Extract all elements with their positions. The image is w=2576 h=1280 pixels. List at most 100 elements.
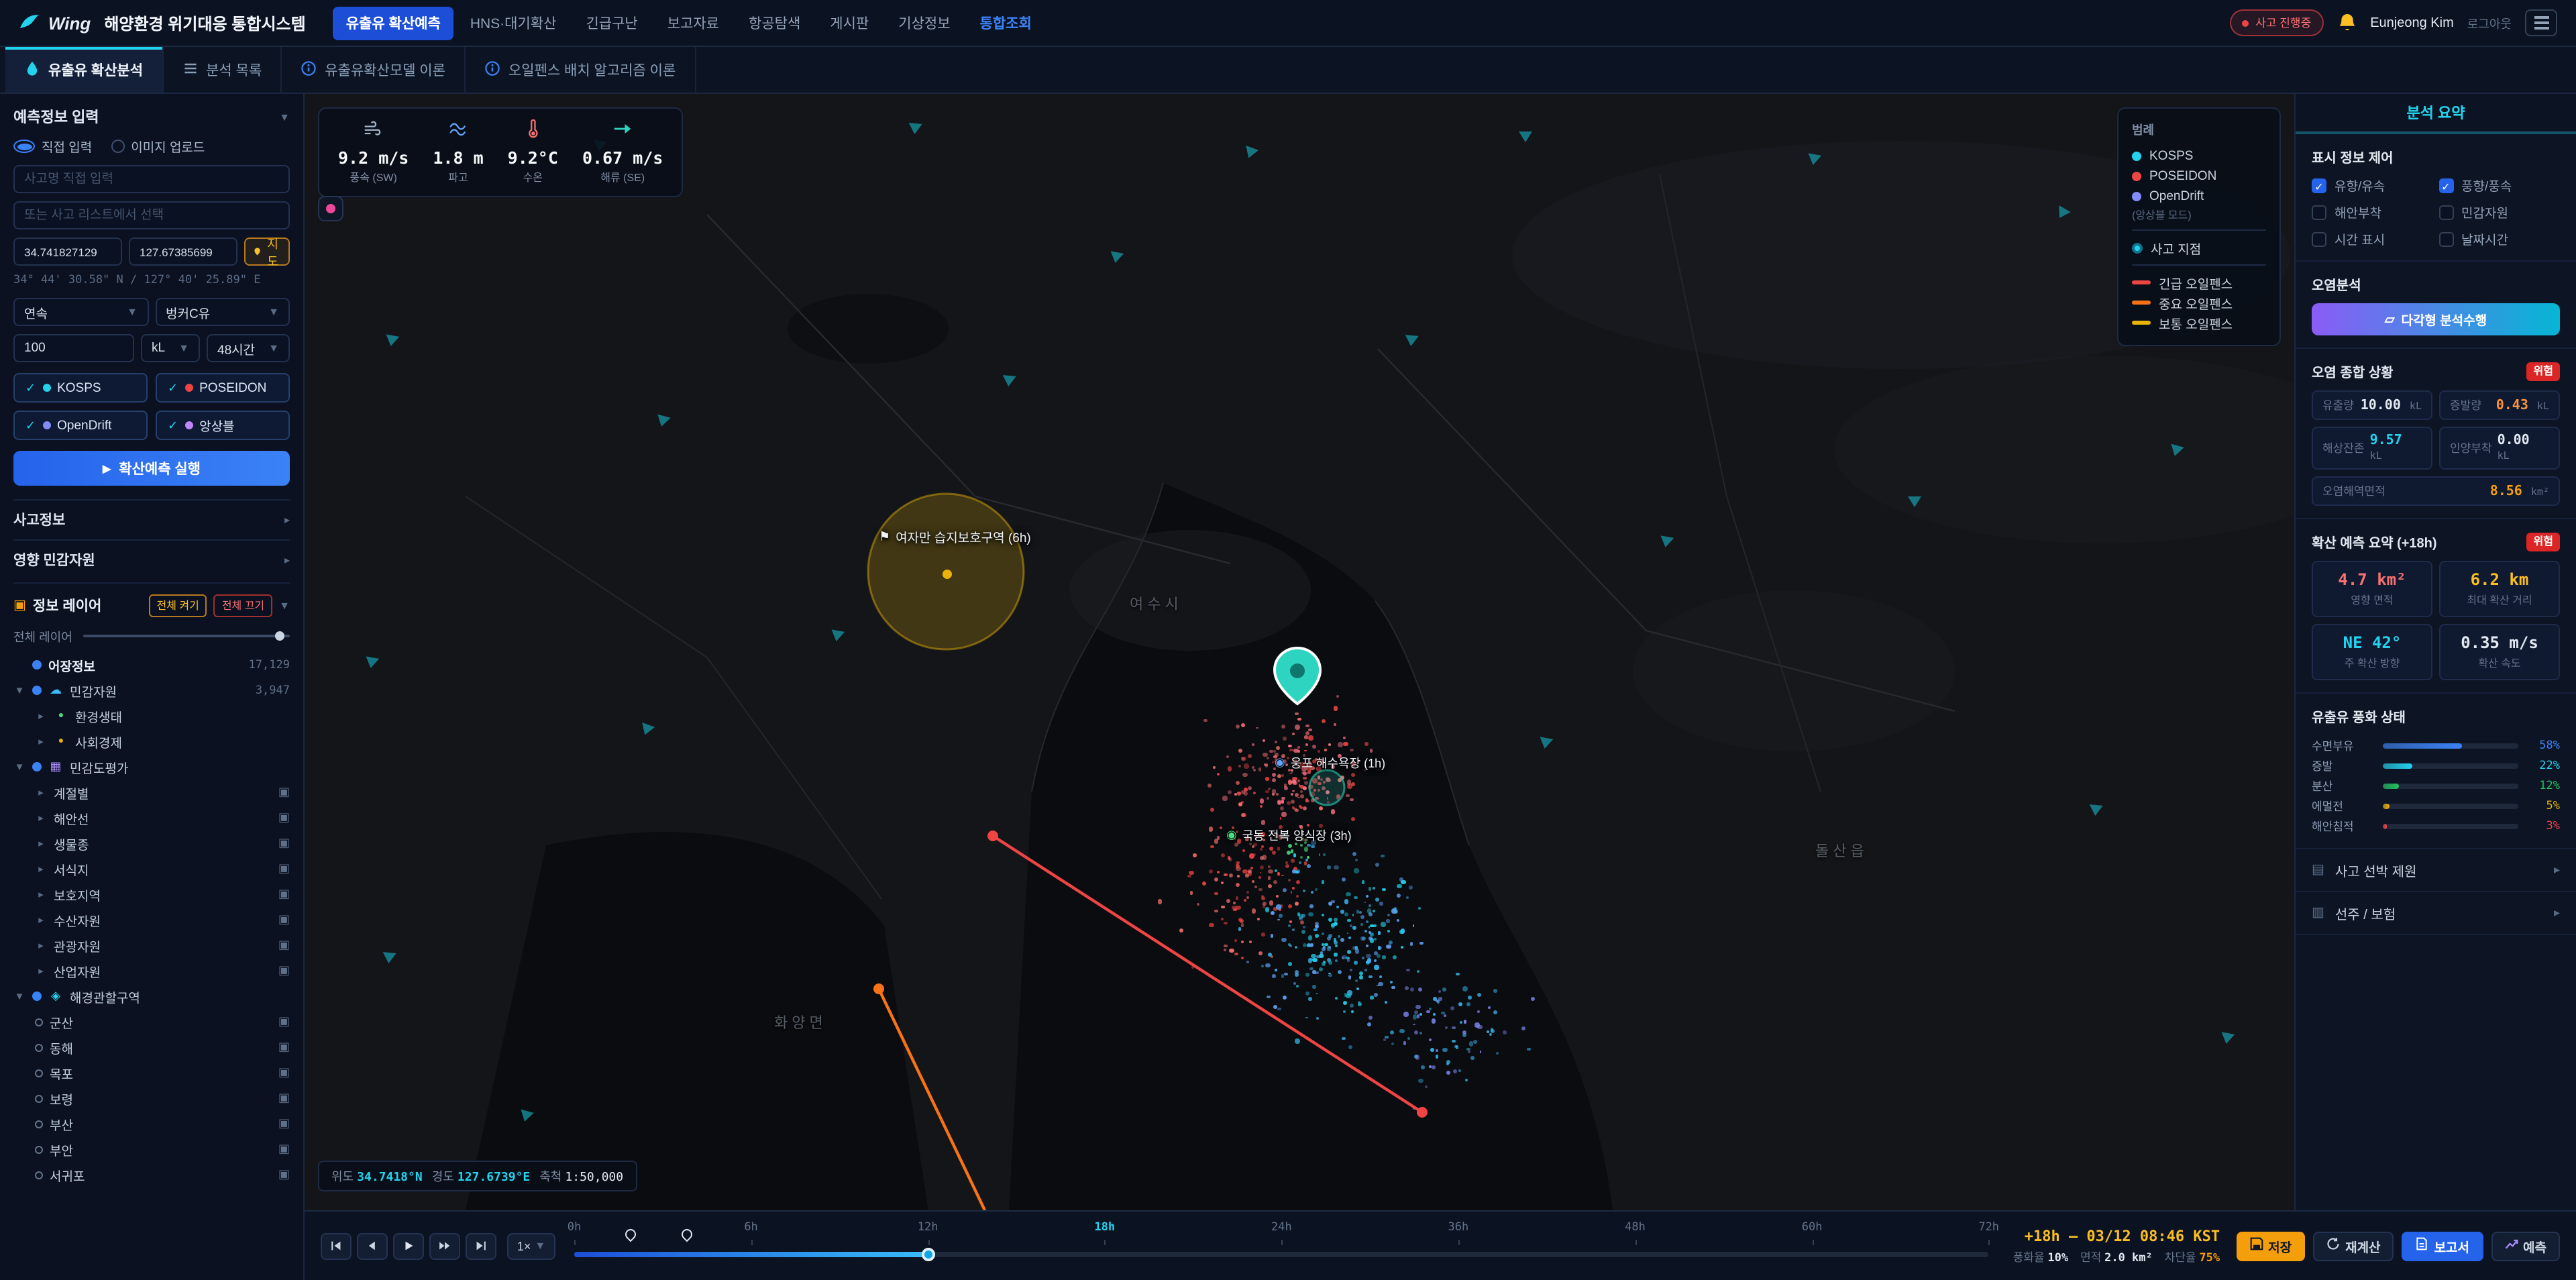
step-back-button[interactable] xyxy=(357,1232,388,1259)
important-oil-fence-line[interactable] xyxy=(877,988,986,1210)
radio-direct-input[interactable]: 직접 입력 xyxy=(13,137,92,156)
model-chip-kosps[interactable]: ✓ KOSPS xyxy=(13,373,148,403)
slider-knob[interactable] xyxy=(275,631,284,641)
layer-on-dot[interactable] xyxy=(32,992,42,1001)
layer-subitem-4-5[interactable]: 부산 ▣ xyxy=(13,1111,290,1136)
map-marker-control[interactable] xyxy=(318,196,343,221)
layer-subitem-3-7[interactable]: ▸ 관광자원 ▣ xyxy=(13,932,290,958)
timeline-event-marker[interactable] xyxy=(623,1226,639,1242)
skip-start-button[interactable] xyxy=(321,1232,352,1259)
layer-subitem-4-4[interactable]: 보령 ▣ xyxy=(13,1085,290,1111)
layer-map-icon[interactable]: ▣ xyxy=(278,887,290,902)
tab-4[interactable]: 오일펜스 배치 알고리즘 이론 xyxy=(466,47,696,93)
sidebar-section-1[interactable]: 사고정보 ▸ xyxy=(13,499,290,539)
layer-map-icon[interactable]: ▣ xyxy=(278,1142,290,1157)
model-chip-poseidon[interactable]: ✓ POSEIDON xyxy=(156,373,290,403)
run-prediction-button[interactable]: ▶ 확산예측 실행 xyxy=(13,451,290,486)
layer-map-icon[interactable]: ▣ xyxy=(278,1116,290,1131)
fence-endpoint[interactable] xyxy=(873,983,884,994)
저장-button[interactable]: 저장 xyxy=(2236,1231,2306,1261)
layer-subitem-4-3[interactable]: 목포 ▣ xyxy=(13,1060,290,1085)
checkbox[interactable] xyxy=(2438,205,2453,219)
longitude-input[interactable] xyxy=(129,237,237,266)
nav-item-1[interactable]: 유출유 확산예측 xyxy=(332,6,454,40)
accident-name-input[interactable] xyxy=(13,165,290,193)
layer-subitem-3-5[interactable]: ▸ 보호지역 ▣ xyxy=(13,882,290,907)
layer-on-dot[interactable] xyxy=(32,762,42,771)
tab-2[interactable]: 분석 목록 xyxy=(163,47,282,93)
layer-on-dot[interactable] xyxy=(32,686,42,695)
pick-on-map-button[interactable]: 지도 xyxy=(244,237,290,268)
layer-map-icon[interactable]: ▣ xyxy=(278,836,290,851)
layer-subitem-3-3[interactable]: ▸ 생물종 ▣ xyxy=(13,831,290,856)
amount-input[interactable] xyxy=(13,334,134,362)
display-option-2[interactable]: 풍향/풍속 xyxy=(2438,176,2560,195)
layer-off-dot[interactable] xyxy=(35,1120,43,1128)
layer-subitem-3-4[interactable]: ▸ 서식지 ▣ xyxy=(13,856,290,882)
hamburger-menu-button[interactable] xyxy=(2525,9,2557,36)
display-option-5[interactable]: 시간 표시 xyxy=(2312,229,2433,248)
layer-map-icon[interactable]: ▣ xyxy=(278,938,290,953)
fence-endpoint[interactable] xyxy=(987,831,998,841)
layer-subitem-3-8[interactable]: ▸ 산업자원 ▣ xyxy=(13,958,290,983)
layer-subitem-2-1[interactable]: ▸ ● 환경생태 xyxy=(13,703,290,729)
layer-off-dot[interactable] xyxy=(35,1171,43,1179)
display-option-4[interactable]: 민감자원 xyxy=(2438,203,2560,221)
sidebar-section-2[interactable]: 영향 민감자원 ▸ xyxy=(13,539,290,580)
layer-item-4[interactable]: ▼ ◈ 해경관할구역 xyxy=(13,983,290,1009)
layer-map-icon[interactable]: ▣ xyxy=(278,912,290,927)
layer-item-2[interactable]: ▼ ☁ 민감자원 3,947 xyxy=(13,678,290,703)
layer-subitem-4-1[interactable]: 군산 ▣ xyxy=(13,1009,290,1034)
layer-off-dot[interactable] xyxy=(35,1145,43,1153)
unit-select[interactable]: kL ▼ xyxy=(141,334,200,362)
layer-subitem-3-2[interactable]: ▸ 해안선 ▣ xyxy=(13,805,290,831)
model-chip-opendrift[interactable]: ✓ OpenDrift xyxy=(13,411,148,440)
map-canvas[interactable]: ⚑ 여자만 습지보호구역 (6h) ◉ 웅포 해수욕장 (1h) ◉ 국동 전복 양식… xyxy=(305,94,2294,1210)
layer-on-dot[interactable] xyxy=(32,660,42,670)
layers-all-on-button[interactable]: 전체 켜기 xyxy=(148,594,207,617)
layer-subitem-4-7[interactable]: 서귀포 ▣ xyxy=(13,1162,290,1187)
nav-item-8[interactable]: 통합조회 xyxy=(967,6,1045,40)
layer-map-icon[interactable]: ▣ xyxy=(278,1167,290,1182)
layer-off-dot[interactable] xyxy=(35,1018,43,1026)
analysis-summary-tab[interactable]: 분석 요약 xyxy=(2296,94,2576,134)
fast-forward-button[interactable] xyxy=(429,1232,460,1259)
playback-speed-select[interactable]: 1× ▼ xyxy=(507,1232,555,1259)
duration-select[interactable]: 48시간 ▼ xyxy=(207,334,290,362)
nav-item-2[interactable]: HNS·대기확산 xyxy=(457,6,570,40)
nav-item-6[interactable]: 게시판 xyxy=(816,6,882,40)
fence-endpoint[interactable] xyxy=(1417,1107,1428,1118)
layer-item-3[interactable]: ▼ ▦ 민감도평가 xyxy=(13,754,290,780)
nav-item-3[interactable]: 긴급구난 xyxy=(572,6,651,40)
timeline-ruler[interactable]: 0h 6h 12h 18h 24h 36h 48h 60h 72h xyxy=(568,1212,1999,1280)
layer-map-icon[interactable]: ▣ xyxy=(278,1065,290,1080)
checkbox[interactable] xyxy=(2312,205,2326,219)
layer-map-icon[interactable]: ▣ xyxy=(278,810,290,825)
extra-section-1[interactable]: ▤ 사고 선박 제원 ▸ xyxy=(2296,849,2576,892)
layer-off-dot[interactable] xyxy=(35,1069,43,1077)
timeline-track[interactable] xyxy=(574,1248,1989,1261)
layer-map-icon[interactable]: ▣ xyxy=(278,785,290,800)
layer-subitem-3-6[interactable]: ▸ 수산자원 ▣ xyxy=(13,907,290,932)
latitude-input[interactable] xyxy=(13,237,122,266)
layer-subitem-3-1[interactable]: ▸ 계절별 ▣ xyxy=(13,780,290,805)
master-opacity-slider[interactable] xyxy=(83,631,290,641)
checkbox[interactable] xyxy=(2438,231,2453,246)
model-chip-앙상블[interactable]: ✓ 앙상블 xyxy=(156,411,290,440)
logout-link[interactable]: 로그아웃 xyxy=(2467,14,2512,32)
layer-item-1[interactable]: 어장정보 17,129 xyxy=(13,652,290,678)
layer-off-dot[interactable] xyxy=(35,1043,43,1051)
play-button[interactable] xyxy=(393,1232,424,1259)
layer-map-icon[interactable]: ▣ xyxy=(278,1014,290,1029)
checkbox[interactable] xyxy=(2438,178,2453,193)
layer-map-icon[interactable]: ▣ xyxy=(278,1091,290,1106)
layer-map-icon[interactable]: ▣ xyxy=(278,861,290,876)
bell-icon[interactable] xyxy=(2337,12,2357,34)
보고서-button[interactable]: 보고서 xyxy=(2402,1231,2483,1261)
예측-button[interactable]: 예측 xyxy=(2491,1231,2560,1261)
spill-type-select[interactable]: 연속 ▼ xyxy=(13,298,148,326)
timeline-event-marker[interactable] xyxy=(679,1226,695,1242)
layer-subitem-2-2[interactable]: ▸ ● 사회경제 xyxy=(13,729,290,754)
checkbox[interactable] xyxy=(2312,178,2326,193)
radio-image-upload[interactable]: 이미지 업로드 xyxy=(111,137,205,156)
